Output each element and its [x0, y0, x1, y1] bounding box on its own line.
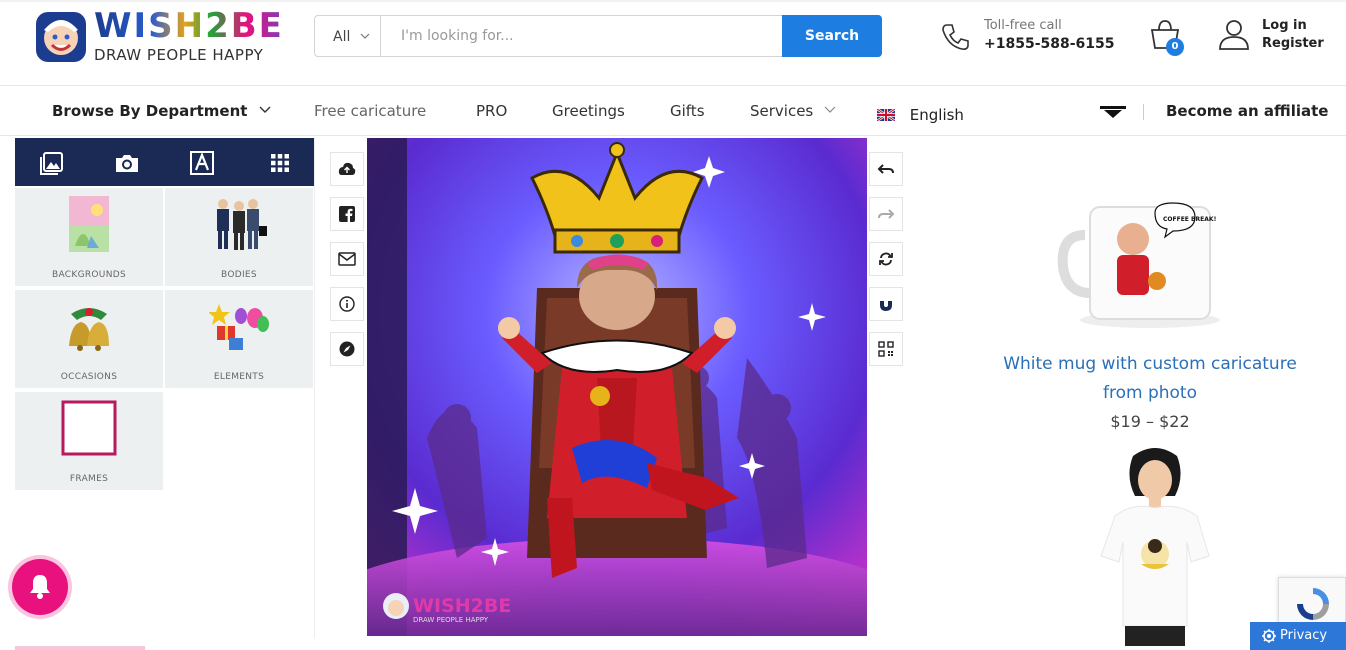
nav-gifts[interactable]: Gifts	[670, 102, 705, 120]
search-button[interactable]: Search	[782, 15, 882, 57]
logo-word: WISH2BE	[94, 6, 284, 46]
affiliate-link[interactable]: Become an affiliate	[1166, 102, 1328, 120]
refresh-button[interactable]	[869, 242, 903, 276]
redo-icon	[878, 209, 895, 219]
dropdown-caret-icon[interactable]	[1100, 106, 1126, 120]
gear-icon	[1262, 629, 1276, 643]
search-category-select[interactable]: All	[315, 16, 381, 56]
cloud-upload-icon	[338, 162, 356, 175]
watermark-tagline: DRAW PEOPLE HAPPY	[413, 616, 489, 624]
language-label: English	[909, 106, 964, 124]
magnet-icon	[880, 298, 892, 311]
privacy-label: Privacy	[1280, 628, 1328, 643]
compass-icon	[339, 341, 355, 357]
chevron-down-icon	[259, 106, 271, 113]
search-category-label: All	[333, 29, 351, 45]
cloud-upload-button[interactable]	[330, 152, 364, 186]
redo-button[interactable]	[869, 197, 903, 231]
search-bar: All Search	[314, 15, 882, 57]
mail-icon	[338, 252, 356, 266]
caricature-canvas[interactable]: WISH2BE DRAW PEOPLE HAPPY	[367, 138, 867, 636]
phone-label: Toll-free call	[984, 18, 1062, 33]
magnet-button[interactable]	[869, 287, 903, 321]
nav-pro[interactable]: PRO	[476, 102, 507, 120]
cart-button[interactable]: 0	[1148, 18, 1188, 58]
main-nav: Browse By Department Free caricature PRO…	[0, 86, 1346, 136]
undo-button[interactable]	[869, 152, 903, 186]
undo-icon	[877, 164, 894, 174]
nav-divider	[1143, 104, 1144, 120]
phone-icon	[942, 24, 969, 50]
caricature-artwork: WISH2BE DRAW PEOPLE HAPPY	[367, 138, 867, 636]
tile-label: BODIES	[221, 270, 257, 280]
info-icon	[339, 296, 355, 312]
browse-department-label: Browse By Department	[52, 102, 248, 120]
panel-divider	[314, 138, 315, 638]
text-icon[interactable]	[189, 150, 215, 176]
login-link[interactable]: Log in	[1262, 18, 1307, 33]
tile-occasions[interactable]: OCCASIONS	[15, 290, 163, 388]
chevron-down-icon	[824, 106, 836, 113]
notification-bell-button[interactable]	[12, 559, 68, 615]
mug-product-image[interactable]: COFFEE BREAK!	[1055, 195, 1235, 335]
logo-mascot-icon	[36, 12, 86, 62]
nav-free-caricature[interactable]: Free caricature	[314, 102, 426, 120]
editor-toolbar	[15, 138, 314, 186]
register-link[interactable]: Register	[1262, 36, 1324, 51]
facebook-icon	[339, 206, 355, 222]
occasions-thumbnail	[69, 308, 109, 351]
cart-count-badge: 0	[1166, 38, 1184, 56]
bodies-thumbnail	[217, 199, 267, 250]
qr-code-icon	[878, 341, 894, 357]
tile-bodies[interactable]: BODIES	[165, 188, 313, 286]
frames-thumbnail	[61, 400, 117, 456]
watermark-logo-text: WISH2BE	[413, 595, 511, 617]
info-button[interactable]	[330, 287, 364, 321]
recaptcha-badge[interactable]	[1278, 577, 1346, 627]
elements-thumbnail	[209, 304, 269, 350]
qr-code-button[interactable]	[869, 332, 903, 366]
browse-department-menu[interactable]: Browse By Department	[52, 102, 271, 120]
refresh-icon	[879, 252, 893, 266]
bottom-accent-bar	[15, 646, 145, 650]
image-icon[interactable]	[39, 150, 65, 176]
camera-icon[interactable]	[114, 150, 140, 176]
header: WISH2BE DRAW PEOPLE HAPPY All Search Tol…	[0, 0, 1346, 86]
privacy-button[interactable]: Privacy	[1250, 622, 1346, 650]
phone-number: +1855-588-6155	[984, 36, 1115, 52]
tile-elements[interactable]: ELEMENTS	[165, 290, 313, 388]
grid-icon[interactable]	[267, 150, 293, 176]
tile-backgrounds[interactable]: BACKGROUNDS	[15, 188, 163, 286]
nav-services[interactable]: Services	[750, 102, 836, 120]
tile-frames[interactable]: FRAMES	[15, 392, 163, 490]
language-selector[interactable]: English	[877, 106, 964, 124]
chevron-down-icon	[360, 33, 370, 39]
email-share-button[interactable]	[330, 242, 364, 276]
tile-label: OCCASIONS	[60, 372, 118, 382]
tshirt-product-image[interactable]	[1085, 446, 1225, 646]
product-price: $19 – $22	[1110, 412, 1190, 431]
mug-bubble-text: COFFEE BREAK!	[1163, 216, 1216, 223]
logo[interactable]: WISH2BE DRAW PEOPLE HAPPY	[34, 6, 284, 66]
nav-services-label: Services	[750, 102, 814, 120]
backgrounds-thumbnail	[69, 196, 109, 252]
bell-icon	[30, 575, 50, 599]
product-title-link[interactable]: White mug with custom caricature from ph…	[990, 350, 1310, 408]
tile-label: ELEMENTS	[213, 372, 265, 382]
compass-button[interactable]	[330, 332, 364, 366]
uk-flag-icon	[877, 109, 895, 121]
nav-greetings[interactable]: Greetings	[552, 102, 625, 120]
recaptcha-icon	[1297, 588, 1329, 620]
logo-tagline: DRAW PEOPLE HAPPY	[94, 46, 264, 64]
tile-label: BACKGROUNDS	[52, 270, 126, 280]
tile-label: FRAMES	[69, 474, 109, 484]
user-icon	[1219, 20, 1249, 50]
search-input[interactable]	[381, 16, 783, 56]
facebook-share-button[interactable]	[330, 197, 364, 231]
